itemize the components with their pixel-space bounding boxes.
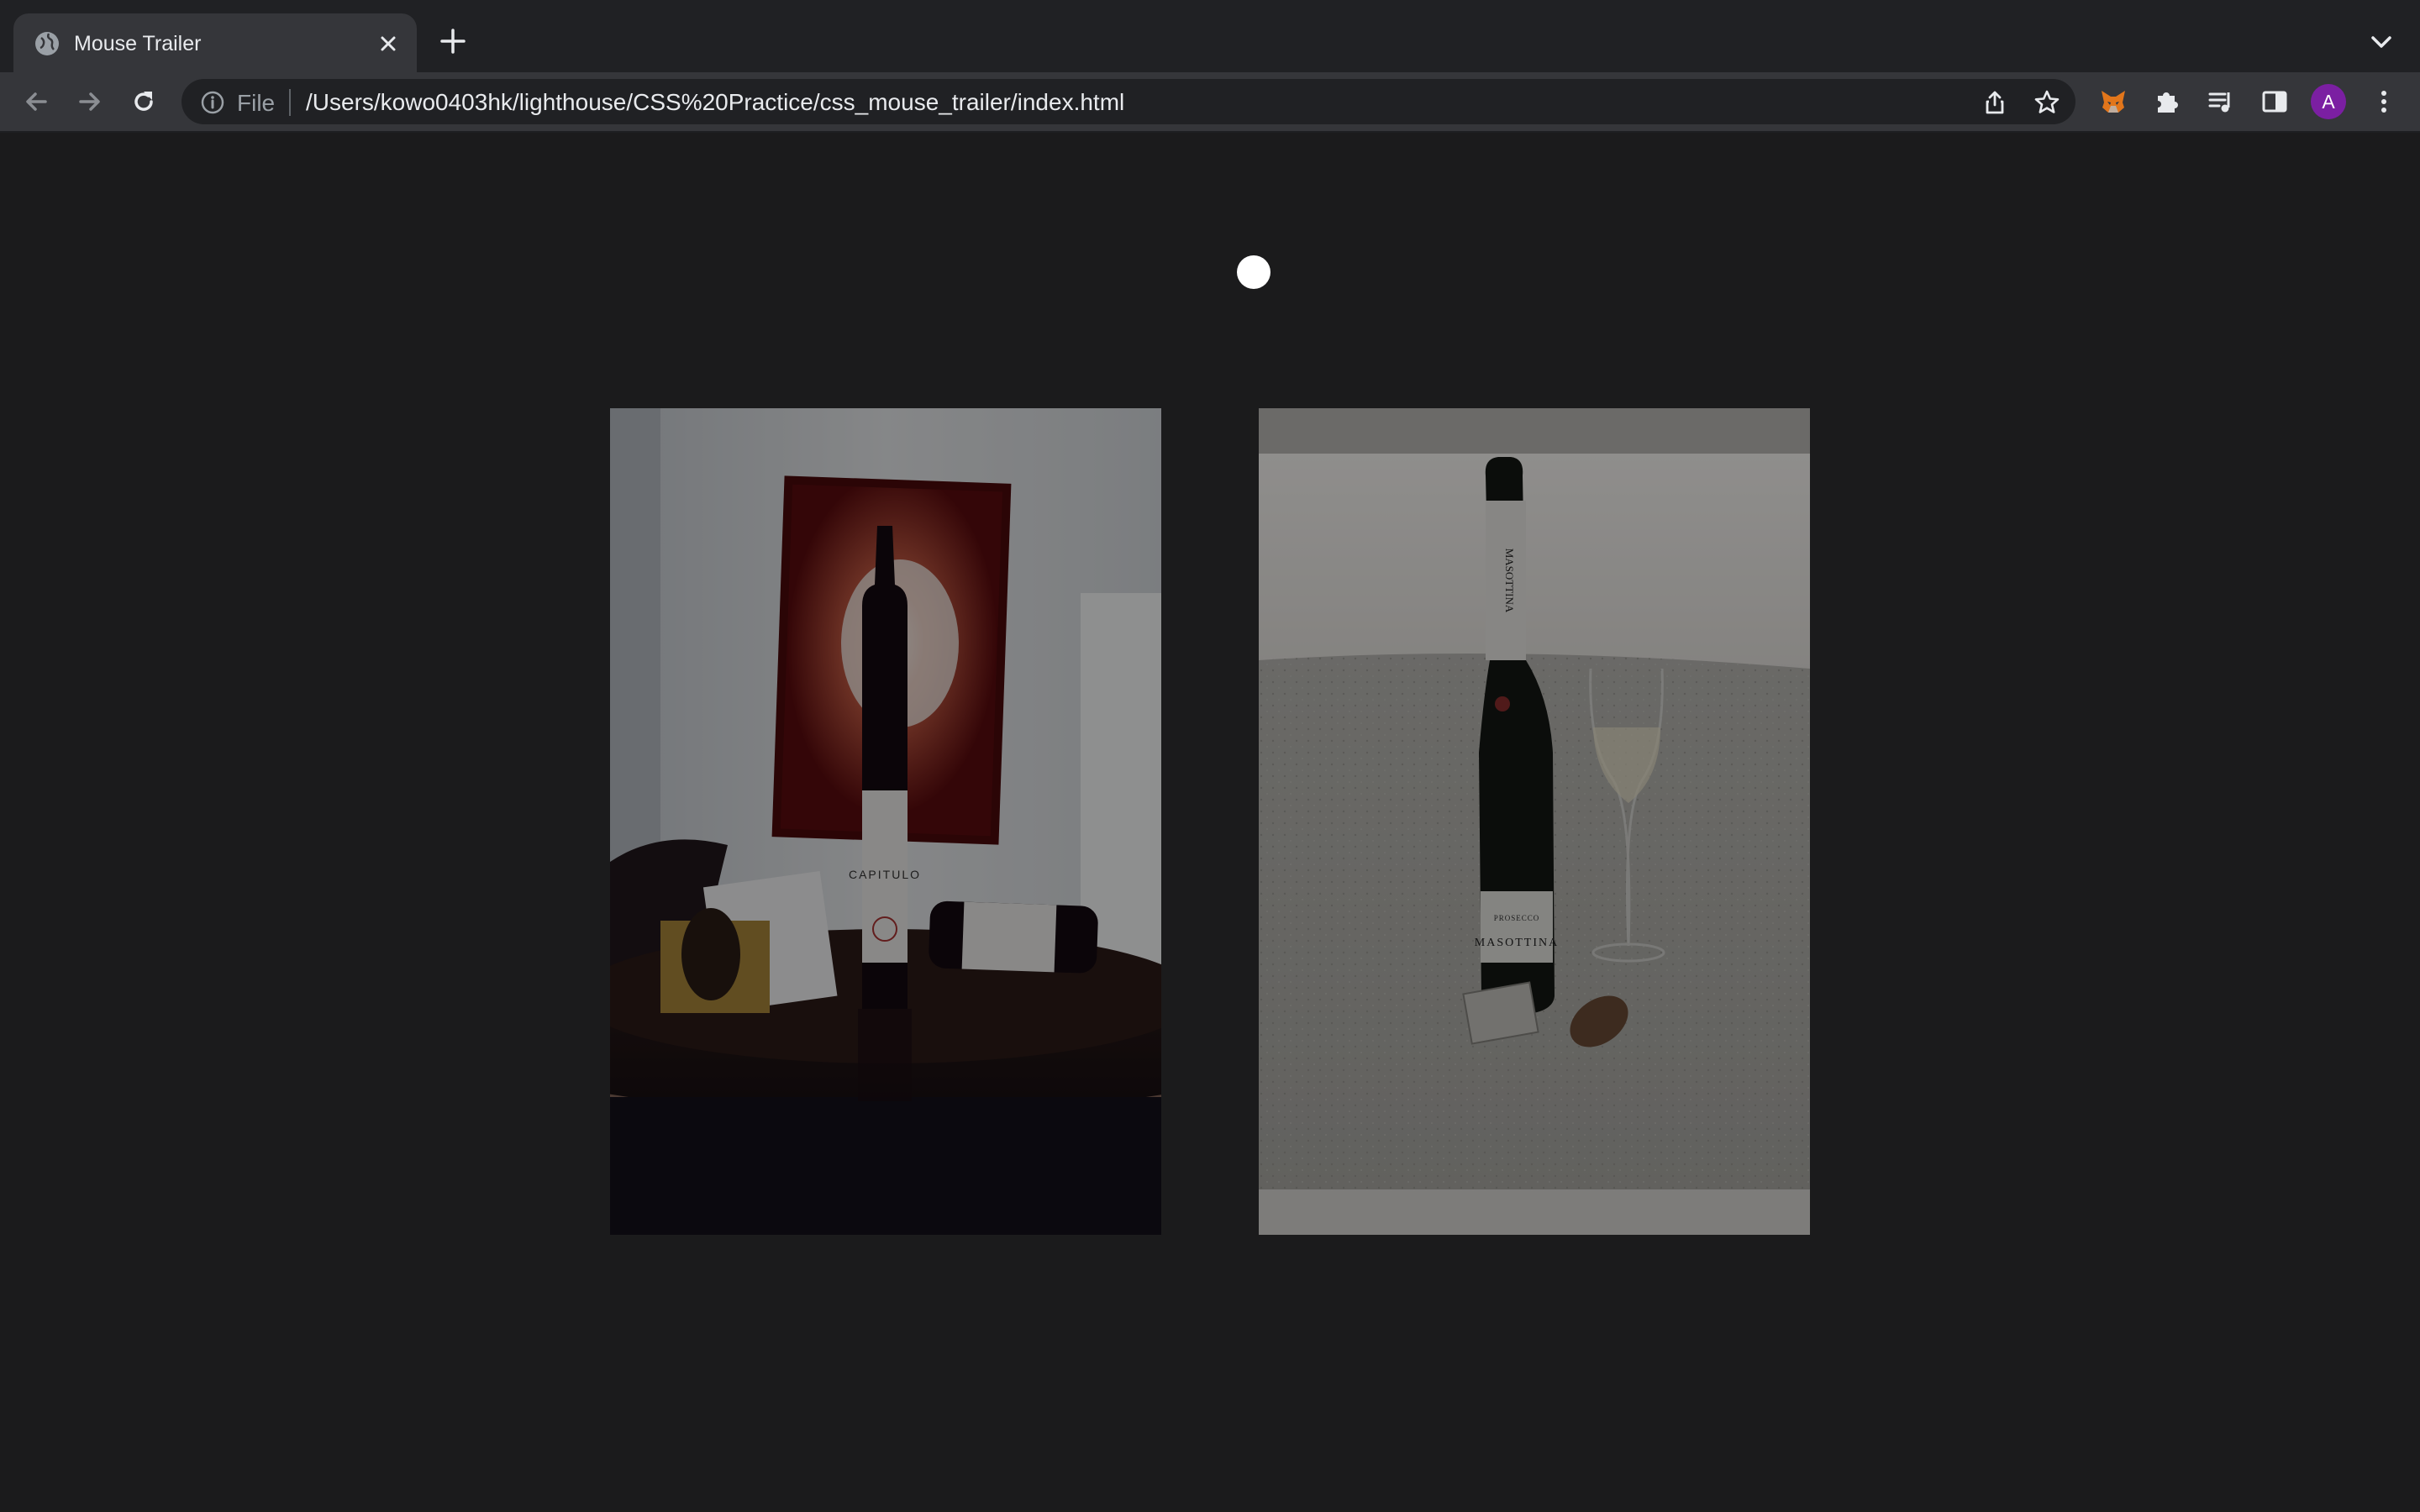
address-bar[interactable]: File /Users/kowo0403hk/lighthouse/CSS%20…	[182, 79, 2075, 124]
photo-dim-overlay	[610, 408, 1161, 1235]
metamask-fox-icon[interactable]	[2099, 87, 2128, 116]
mouse-trailer-dot	[1237, 255, 1270, 289]
kebab-menu-icon[interactable]	[2370, 87, 2398, 116]
back-arrow-icon[interactable]	[22, 87, 50, 116]
tab-strip: Mouse Trailer	[0, 0, 2420, 72]
close-icon[interactable]	[376, 32, 400, 55]
scheme-label: File	[237, 90, 276, 116]
profile-avatar[interactable]: A	[2311, 84, 2346, 119]
globe-icon	[35, 32, 59, 55]
photo-prosecco: MASOTTINA PROSECCO MASOTTINA	[1259, 408, 1810, 1235]
photo-red-wine: CAPITULO	[610, 408, 1161, 1235]
tab-search-chevron-down-icon[interactable]	[2368, 32, 2395, 52]
tab-title: Mouse Trailer	[74, 32, 202, 55]
browser-tab[interactable]: Mouse Trailer	[13, 13, 417, 72]
url-text[interactable]: /Users/kowo0403hk/lighthouse/CSS%20Pract…	[306, 89, 1124, 116]
extensions-puzzle-icon[interactable]	[2153, 87, 2181, 116]
side-panel-icon[interactable]	[2260, 87, 2289, 116]
browser-toolbar: File /Users/kowo0403hk/lighthouse/CSS%20…	[0, 72, 2420, 131]
photo-dim-overlay	[1259, 408, 1810, 1235]
info-icon[interactable]	[200, 90, 225, 115]
forward-arrow-icon[interactable]	[76, 87, 104, 116]
divider	[289, 89, 291, 116]
media-playlist-icon[interactable]	[2207, 87, 2235, 116]
bookmark-star-icon[interactable]	[2033, 89, 2060, 116]
new-tab-plus-icon[interactable]	[437, 25, 469, 57]
page-viewport: CAPITULO MASOTTINA PROSECCO MASOTTINA	[0, 133, 2420, 1512]
reload-icon[interactable]	[129, 87, 158, 116]
share-icon[interactable]	[1981, 89, 2008, 116]
